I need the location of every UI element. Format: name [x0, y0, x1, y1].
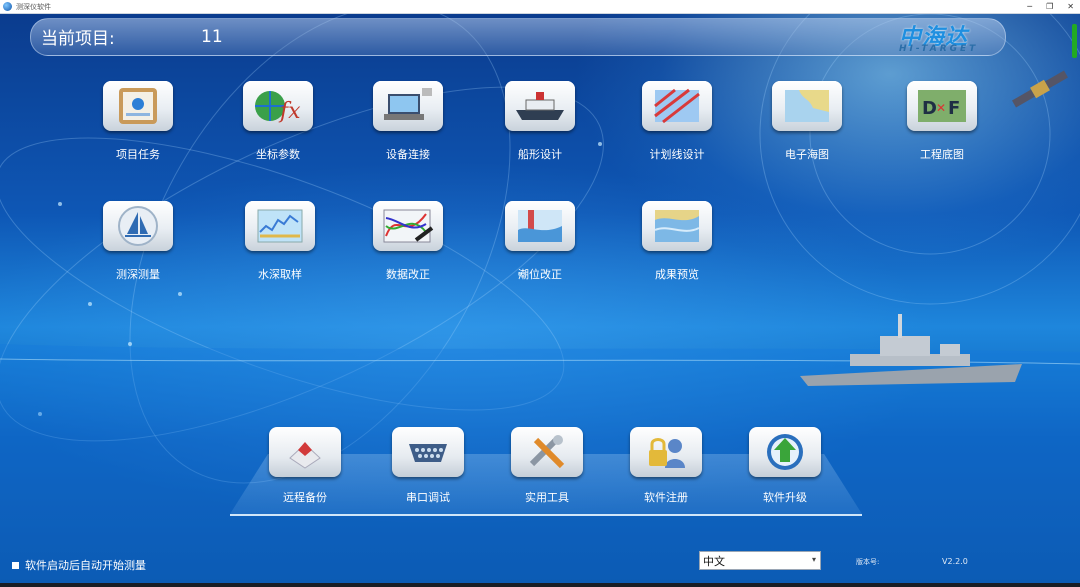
logo-en: HI-TARGET — [899, 44, 979, 54]
tile-software-register[interactable]: 软件注册 — [626, 427, 706, 505]
tile-label: 软件升级 — [763, 491, 807, 504]
version-value: V2.2.0 — [942, 557, 968, 566]
autostart-option[interactable]: 软件启动后自动开始测量 — [12, 557, 146, 573]
language-value: 中文 — [703, 554, 725, 568]
tile-label: 电子海图 — [785, 148, 829, 161]
tile-label: 项目任务 — [116, 148, 160, 161]
tile-coordinate-params[interactable]: fx 坐标参数 — [238, 81, 318, 162]
autostart-checkbox[interactable] — [12, 561, 19, 569]
window-title: 测深仪软件 — [16, 2, 51, 11]
current-project-value: 11 — [201, 27, 223, 47]
dock-divider — [230, 514, 862, 516]
tile-serial-debug[interactable]: 串口调试 — [388, 427, 468, 505]
version-label: 版本号: — [856, 558, 880, 566]
tile-plan-line[interactable]: 计划线设计 — [637, 81, 717, 162]
project-task-icon — [119, 88, 157, 124]
tile-label: 船形设计 — [518, 148, 562, 161]
tools-icon — [529, 435, 565, 469]
app-icon — [3, 2, 12, 11]
tile-project-task[interactable]: 项目任务 — [98, 81, 178, 162]
coordinate-fx-icon: fx — [255, 91, 301, 124]
svg-text:F: F — [948, 98, 960, 119]
data-correct-icon — [383, 209, 434, 243]
tile-utility-tools[interactable]: 实用工具 — [507, 427, 587, 505]
autostart-label: 软件启动后自动开始测量 — [25, 559, 146, 572]
svg-text:D: D — [922, 98, 937, 119]
chevron-down-icon[interactable]: ▾ — [812, 555, 816, 564]
tile-ship-design[interactable]: 船形设计 — [500, 81, 580, 162]
tile-device-connect[interactable]: 设备连接 — [368, 81, 448, 162]
tile-data-correction[interactable]: 数据改正 — [368, 201, 448, 282]
tide-icon — [518, 210, 562, 242]
current-project-label: 当前项目: — [41, 29, 115, 49]
title-bar: 测深仪软件 ─ ❐ ✕ — [0, 0, 1080, 14]
tile-electronic-chart[interactable]: 电子海图 — [767, 81, 847, 162]
tile-remote-backup[interactable]: 远程备份 — [265, 427, 345, 505]
tile-label: 工程底图 — [920, 148, 964, 161]
ship-icon — [516, 92, 564, 120]
tile-engineering-basemap[interactable]: D F ✕ 工程底图 — [902, 81, 982, 162]
chart-map-icon — [785, 90, 829, 122]
tile-label: 计划线设计 — [649, 148, 705, 161]
maximize-icon[interactable]: ❐ — [1046, 2, 1053, 11]
window-controls: ─ ❐ ✕ — [1027, 0, 1074, 13]
device-connect-icon — [384, 88, 432, 120]
tile-label: 数据改正 — [386, 268, 430, 281]
signal-indicator — [1072, 24, 1077, 58]
result-preview-icon — [654, 210, 700, 242]
dxf-icon: D F ✕ — [918, 90, 966, 122]
tile-label: 远程备份 — [283, 491, 327, 504]
svg-text:✕: ✕ — [936, 101, 946, 115]
serial-port-icon — [409, 444, 447, 462]
minimize-icon[interactable]: ─ — [1027, 2, 1032, 11]
tile-software-upgrade[interactable]: 软件升级 — [745, 427, 825, 505]
tile-tide-correction[interactable]: 潮位改正 — [500, 201, 580, 282]
remote-backup-icon — [289, 442, 321, 469]
tile-label: 测深测量 — [116, 268, 160, 281]
depth-sample-icon — [257, 209, 303, 243]
plan-line-icon — [654, 88, 700, 124]
tile-sounding-survey[interactable]: 测深测量 — [98, 201, 178, 282]
upgrade-arrow-icon — [767, 434, 803, 470]
tile-depth-sampling[interactable]: 水深取样 — [240, 201, 320, 282]
close-icon[interactable]: ✕ — [1067, 2, 1074, 11]
sailboat-icon — [118, 206, 158, 246]
tile-result-preview[interactable]: 成果预览 — [637, 201, 717, 282]
main-stage: 当前项目: 11 中海达 HI-TARGET 项目任务 fx 坐标参数 设备连接… — [0, 14, 1080, 583]
svg-text:fx: fx — [278, 99, 301, 124]
satellite-image — [1012, 70, 1068, 108]
tile-label: 串口调试 — [406, 491, 450, 504]
tile-label: 设备连接 — [386, 148, 430, 161]
register-lock-icon — [649, 438, 685, 468]
taskbar-strip — [0, 583, 1080, 587]
brand-logo: 中海达 HI-TARGET — [899, 19, 1009, 57]
language-select[interactable]: 中文 ▾ — [699, 551, 821, 570]
tile-label: 水深取样 — [258, 268, 302, 281]
tile-label: 坐标参数 — [256, 148, 300, 161]
tile-label: 潮位改正 — [518, 268, 562, 281]
tile-label: 成果预览 — [655, 268, 699, 281]
project-header: 当前项目: 11 中海达 HI-TARGET — [30, 18, 1006, 56]
tile-label: 软件注册 — [644, 491, 688, 504]
tile-label: 实用工具 — [525, 491, 569, 504]
